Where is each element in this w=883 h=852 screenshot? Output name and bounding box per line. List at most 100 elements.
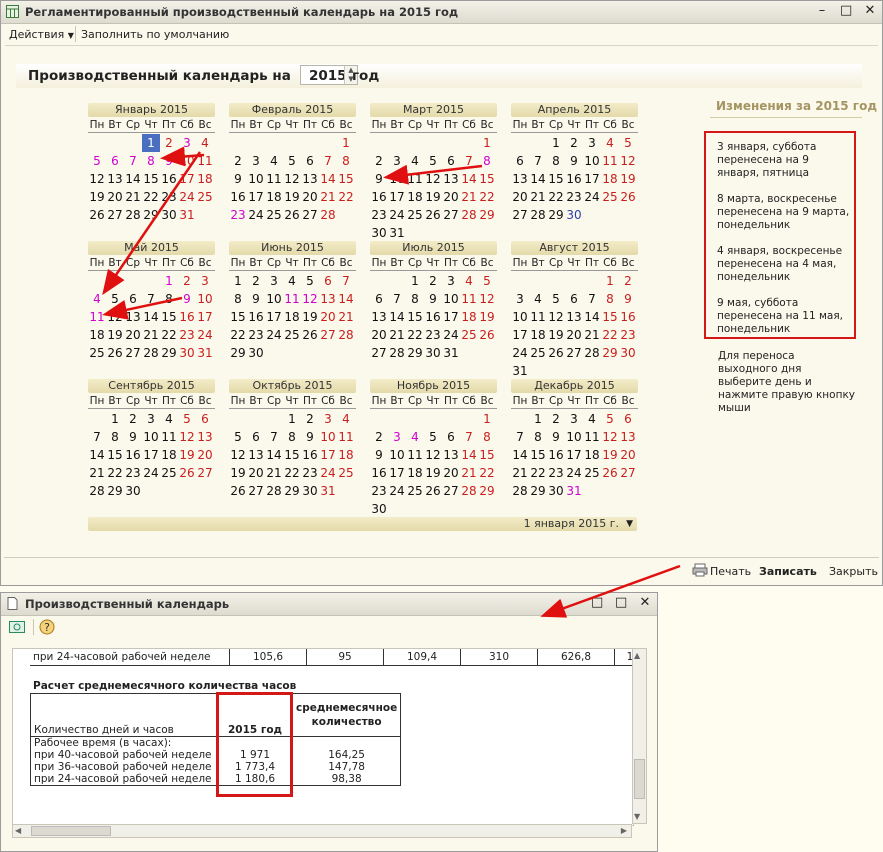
day-cell[interactable]: 6 (106, 152, 124, 170)
day-cell[interactable]: 4 (529, 290, 547, 308)
day-cell[interactable]: 7 (88, 428, 106, 446)
email-icon[interactable] (9, 619, 25, 638)
day-cell[interactable]: 8 (478, 428, 496, 446)
day-cell[interactable]: 30 (247, 344, 265, 362)
day-cell[interactable]: 14 (511, 446, 529, 464)
day-cell[interactable]: 20 (124, 326, 142, 344)
day-cell[interactable]: 18 (283, 308, 301, 326)
day-cell[interactable]: 10 (442, 290, 460, 308)
day-cell[interactable]: 1 (229, 272, 247, 290)
day-cell[interactable]: 16 (619, 308, 637, 326)
scroll-left-icon[interactable]: ◀ (15, 825, 21, 837)
day-cell[interactable]: 9 (124, 428, 142, 446)
day-cell[interactable]: 27 (370, 344, 388, 362)
day-cell[interactable]: 15 (478, 170, 496, 188)
day-cell[interactable]: 4 (88, 290, 106, 308)
day-cell[interactable]: 16 (229, 188, 247, 206)
day-cell[interactable]: 13 (442, 446, 460, 464)
day-cell[interactable]: 30 (178, 344, 196, 362)
day-cell[interactable]: 17 (319, 446, 337, 464)
day-cell[interactable]: 17 (583, 170, 601, 188)
save-button[interactable]: Записать (759, 565, 817, 578)
day-cell[interactable]: 4 (406, 152, 424, 170)
day-cell[interactable]: 24 (583, 188, 601, 206)
day-cell[interactable]: 13 (370, 308, 388, 326)
day-cell[interactable]: 28 (529, 206, 547, 224)
year-stepper[interactable]: 2015 ▲ ▼ (300, 65, 358, 85)
day-cell[interactable]: 7 (529, 152, 547, 170)
day-cell[interactable]: 19 (229, 464, 247, 482)
day-cell[interactable]: 1 (478, 410, 496, 428)
scroll-thumb-h[interactable] (31, 826, 111, 836)
day-cell[interactable]: 16 (301, 446, 319, 464)
day-cell[interactable]: 18 (88, 326, 106, 344)
day-cell[interactable]: 26 (619, 188, 637, 206)
scroll-down-icon[interactable]: ▼ (634, 812, 640, 821)
day-cell[interactable]: 12 (88, 170, 106, 188)
day-cell[interactable]: 16 (565, 170, 583, 188)
day-cell[interactable]: 8 (142, 152, 160, 170)
day-cell[interactable]: 20 (301, 188, 319, 206)
day-cell[interactable]: 10 (511, 308, 529, 326)
day-cell[interactable]: 26 (547, 344, 565, 362)
day-cell[interactable]: 23 (124, 464, 142, 482)
day-cell[interactable]: 17 (142, 446, 160, 464)
day-cell[interactable]: 6 (319, 272, 337, 290)
day-cell[interactable]: 9 (619, 290, 637, 308)
day-cell[interactable]: 17 (265, 308, 283, 326)
day-cell[interactable]: 27 (442, 206, 460, 224)
day-cell[interactable]: 6 (196, 410, 214, 428)
day-cell[interactable]: 25 (265, 206, 283, 224)
day-cell[interactable]: 14 (460, 170, 478, 188)
day-cell[interactable]: 7 (337, 272, 355, 290)
day-cell[interactable]: 7 (124, 152, 142, 170)
day-cell[interactable]: 5 (601, 410, 619, 428)
day-cell[interactable]: 31 (178, 206, 196, 224)
day-cell[interactable]: 13 (565, 308, 583, 326)
day-cell[interactable]: 2 (301, 410, 319, 428)
day-cell[interactable]: 14 (265, 446, 283, 464)
change-item[interactable]: 3 января, суббота перенесена на 9 января… (717, 141, 852, 180)
day-cell[interactable]: 21 (337, 308, 355, 326)
day-cell[interactable]: 2 (547, 410, 565, 428)
day-cell[interactable]: 12 (301, 290, 319, 308)
day-cell[interactable]: 2 (619, 272, 637, 290)
day-cell[interactable]: 10 (142, 428, 160, 446)
day-cell[interactable]: 2 (370, 152, 388, 170)
day-cell[interactable]: 14 (583, 308, 601, 326)
day-cell[interactable]: 1 (106, 410, 124, 428)
day-cell[interactable]: 18 (160, 446, 178, 464)
day-cell[interactable]: 3 (196, 272, 214, 290)
close-dialog-button[interactable]: Закрыть (829, 565, 878, 578)
day-cell[interactable]: 8 (283, 428, 301, 446)
day-cell[interactable]: 6 (370, 290, 388, 308)
day-cell[interactable]: 8 (106, 428, 124, 446)
day-cell[interactable]: 29 (601, 344, 619, 362)
day-cell[interactable]: 12 (619, 152, 637, 170)
day-cell[interactable]: 3 (583, 134, 601, 152)
day-cell[interactable]: 3 (511, 290, 529, 308)
day-cell[interactable]: 6 (247, 428, 265, 446)
day-cell[interactable]: 11 (406, 170, 424, 188)
day-cell[interactable]: 2 (160, 134, 178, 152)
day-cell[interactable]: 2 (424, 272, 442, 290)
close-button[interactable]: ✕ (864, 3, 876, 19)
day-cell[interactable]: 3 (388, 428, 406, 446)
day-cell[interactable]: 30 (301, 482, 319, 500)
day-cell[interactable]: 23 (547, 464, 565, 482)
day-cell[interactable]: 23 (370, 482, 388, 500)
day-cell[interactable]: 23 (247, 326, 265, 344)
day-cell[interactable]: 29 (478, 206, 496, 224)
day-cell[interactable]: 27 (247, 482, 265, 500)
day-cell[interactable]: 31 (565, 482, 583, 500)
day-cell[interactable]: 27 (319, 326, 337, 344)
day-cell[interactable]: 11 (88, 308, 106, 326)
day-cell[interactable]: 5 (424, 152, 442, 170)
day-cell[interactable]: 12 (283, 170, 301, 188)
day-cell[interactable]: 10 (388, 446, 406, 464)
day-cell[interactable]: 30 (370, 500, 388, 518)
day-cell[interactable]: 18 (529, 326, 547, 344)
day-cell[interactable]: 19 (424, 464, 442, 482)
day-cell[interactable]: 4 (601, 134, 619, 152)
day-cell[interactable]: 13 (106, 170, 124, 188)
